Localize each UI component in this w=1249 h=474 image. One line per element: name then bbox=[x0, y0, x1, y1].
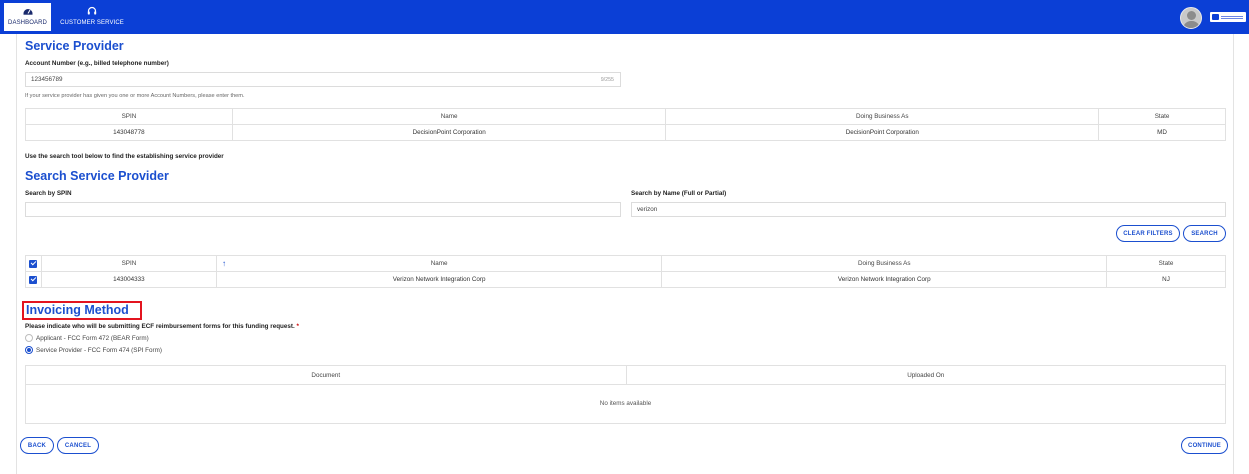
column-header: Doing Business As bbox=[665, 108, 1100, 125]
table-cell: Verizon Network Integration Corp bbox=[661, 271, 1108, 288]
column-header: State bbox=[1106, 255, 1226, 272]
tab-dashboard[interactable]: DASHBOARD bbox=[4, 3, 51, 31]
radio-option-service-provider[interactable]: Service Provider - FCC Form 474 (SPI For… bbox=[25, 346, 162, 354]
brand-logo-mark bbox=[1212, 14, 1219, 20]
service-provider-heading: Service Provider bbox=[25, 39, 124, 53]
table-cell: DecisionPoint Corporation bbox=[231, 124, 667, 141]
table-row: 143048778 DecisionPoint Corporation Deci… bbox=[25, 124, 1226, 141]
search-name-input[interactable]: verizon bbox=[631, 202, 1226, 217]
table-header-row: Document Uploaded On bbox=[25, 365, 1226, 385]
clear-filters-button[interactable]: CLEAR FILTERS bbox=[1116, 225, 1180, 242]
search-button[interactable]: SEARCH bbox=[1183, 225, 1226, 242]
row-select-cell bbox=[25, 271, 42, 288]
radio-label: Applicant - FCC Form 472 (BEAR Form) bbox=[36, 334, 149, 342]
back-button[interactable]: BACK bbox=[20, 437, 54, 454]
column-header: Uploaded On bbox=[625, 365, 1226, 385]
radio-button[interactable] bbox=[25, 334, 33, 342]
table-cell: 143004333 bbox=[40, 271, 217, 288]
continue-button[interactable]: CONTINUE bbox=[1181, 437, 1228, 454]
search-name-label: Search by Name (Full or Partial) bbox=[631, 190, 727, 197]
column-header: Name bbox=[215, 255, 663, 272]
column-header: SPIN bbox=[25, 108, 233, 125]
tab-dashboard-label: DASHBOARD bbox=[8, 20, 47, 26]
table-cell: NJ bbox=[1106, 271, 1226, 288]
selected-provider-table: SPIN Name Doing Business As State 143048… bbox=[25, 108, 1226, 141]
select-all-checkbox[interactable] bbox=[29, 259, 38, 268]
invoicing-method-heading: Invoicing Method bbox=[26, 303, 129, 317]
radio-button[interactable] bbox=[25, 346, 33, 354]
radio-label: Service Provider - FCC Form 474 (SPI For… bbox=[36, 346, 162, 354]
search-provider-heading: Search Service Provider bbox=[25, 169, 169, 183]
dashboard-icon bbox=[23, 9, 32, 15]
required-asterisk: * bbox=[296, 323, 299, 330]
invoicing-question: Please indicate who will be submitting E… bbox=[25, 323, 299, 330]
brand-logo-text bbox=[1221, 15, 1243, 19]
column-header: Doing Business As bbox=[661, 255, 1108, 272]
column-header: Document bbox=[25, 365, 627, 385]
search-spin-input[interactable] bbox=[25, 202, 621, 217]
column-header: Name bbox=[231, 108, 667, 125]
account-number-value: 123456789 bbox=[31, 76, 63, 83]
table-cell: MD bbox=[1098, 124, 1226, 141]
sort-ascending-icon[interactable]: ↑ bbox=[222, 259, 226, 268]
spin-column-label: SPIN bbox=[121, 260, 137, 267]
table-header-row: SPIN ↑ Name Doing Business As State bbox=[25, 255, 1226, 272]
account-number-hint: If your service provider has given you o… bbox=[25, 93, 245, 99]
documents-table: Document Uploaded On bbox=[25, 365, 1226, 385]
table-cell: DecisionPoint Corporation bbox=[665, 124, 1100, 141]
invoicing-question-text: Please indicate who will be submitting E… bbox=[25, 323, 295, 330]
table-row[interactable]: 143004333 Verizon Network Integration Co… bbox=[25, 271, 1226, 288]
search-instructions: Use the search tool below to find the es… bbox=[25, 153, 224, 160]
table-cell: 143048778 bbox=[25, 124, 233, 141]
avatar-head-shape bbox=[1187, 11, 1196, 20]
tab-customer-service-label: CUSTOMER SERVICE bbox=[60, 20, 124, 26]
column-header: State bbox=[1098, 108, 1226, 125]
headset-icon bbox=[87, 6, 97, 15]
row-checkbox[interactable] bbox=[29, 275, 38, 284]
documents-empty-state: No items available bbox=[25, 383, 1226, 424]
radio-option-applicant[interactable]: Applicant - FCC Form 472 (BEAR Form) bbox=[25, 334, 149, 342]
select-all-cell bbox=[25, 255, 42, 272]
account-number-label: Account Number (e.g., billed telephone n… bbox=[25, 60, 169, 67]
search-name-value: verizon bbox=[637, 206, 658, 213]
search-results-table: SPIN ↑ Name Doing Business As State 1430… bbox=[25, 255, 1226, 288]
table-cell: Verizon Network Integration Corp bbox=[215, 271, 663, 288]
brand-logo bbox=[1210, 12, 1246, 22]
account-number-input[interactable]: 123456789 9/255 bbox=[25, 72, 621, 87]
cancel-button[interactable]: CANCEL bbox=[57, 437, 99, 454]
user-avatar[interactable] bbox=[1180, 7, 1202, 29]
tab-customer-service[interactable]: CUSTOMER SERVICE bbox=[57, 3, 127, 31]
avatar-body-shape bbox=[1183, 21, 1200, 28]
search-spin-label: Search by SPIN bbox=[25, 190, 72, 197]
account-number-counter: 9/255 bbox=[600, 77, 614, 83]
empty-state-text: No items available bbox=[599, 399, 652, 407]
column-header[interactable]: SPIN ↑ bbox=[40, 255, 226, 272]
table-header-row: SPIN Name Doing Business As State bbox=[25, 108, 1226, 125]
top-nav-bar: DASHBOARD CUSTOMER SERVICE bbox=[0, 0, 1249, 34]
